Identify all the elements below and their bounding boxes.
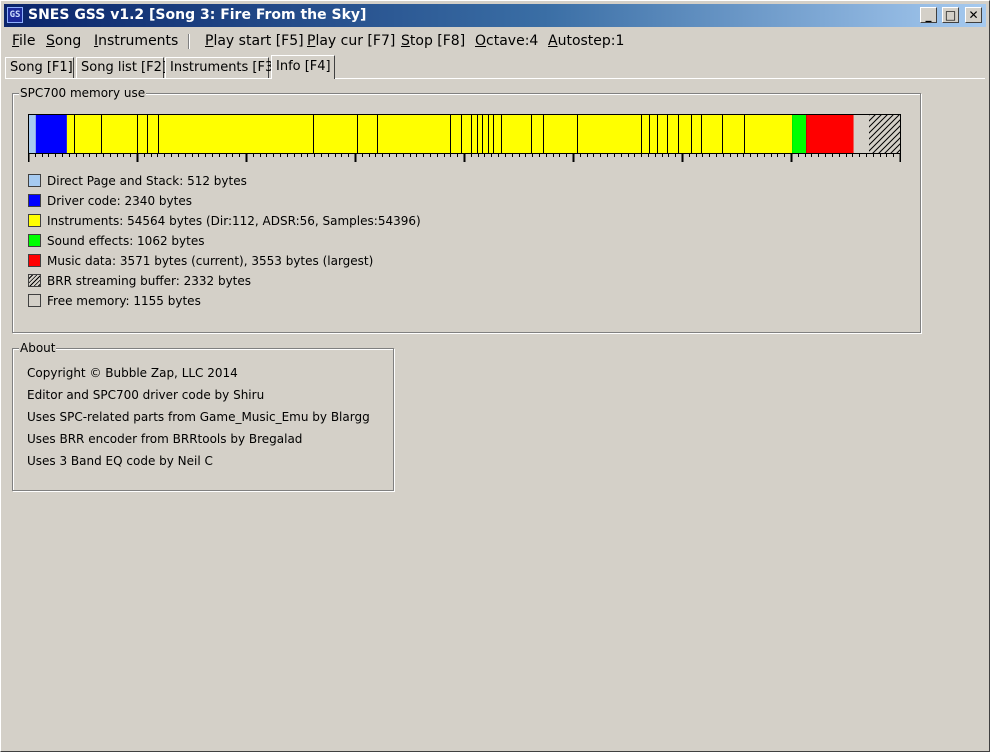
memory-segment-sound_effects — [792, 115, 807, 153]
title-bar[interactable]: GS SNES GSS v1.2 [Song 3: Fire From the … — [4, 4, 986, 27]
minimize-icon: _ — [925, 8, 932, 22]
memory-segment-music — [806, 115, 854, 153]
menu-separator — [188, 34, 190, 49]
memory-segment-direct_page — [29, 115, 36, 153]
maximize-button[interactable]: □ — [942, 7, 959, 23]
memory-bar — [28, 114, 901, 154]
legend-label-music-data: Music data: 3571 bytes (current), 3553 b… — [47, 254, 374, 268]
tab-info[interactable]: Info [F4] — [271, 55, 335, 79]
menu-octave[interactable]: Octave:4 — [475, 33, 538, 49]
about-brrtools-credit: Uses BRR encoder from BRRtools by Bregal… — [27, 432, 303, 446]
menu-file[interactable]: File — [12, 33, 35, 49]
menu-stop[interactable]: Stop [F8] — [401, 33, 465, 49]
legend-label-brr-buffer: BRR streaming buffer: 2332 bytes — [47, 274, 252, 288]
tab-song[interactable]: Song [F1] — [5, 57, 74, 78]
tab-song-list[interactable]: Song list [F2] — [76, 57, 167, 78]
tab-strip: Song [F1] Song list [F2] Instruments [F3… — [5, 55, 985, 79]
legend-swatch-sound-effects — [28, 234, 41, 247]
legend-swatch-free-memory — [28, 294, 41, 307]
legend-label-instruments: Instruments: 54564 bytes (Dir:112, ADSR:… — [47, 214, 421, 228]
minimize-button[interactable]: _ — [920, 7, 937, 23]
menu-play-start[interactable]: Play start [F5] — [205, 33, 304, 49]
legend-label-direct-page: Direct Page and Stack: 512 bytes — [47, 174, 247, 188]
about-copyright: Copyright © Bubble Zap, LLC 2014 — [27, 366, 238, 380]
memory-bar-chart — [29, 115, 900, 153]
legend-swatch-music-data — [28, 254, 41, 267]
about-eq-credit: Uses 3 Band EQ code by Neil C — [27, 454, 213, 468]
menu-autostep[interactable]: Autostep:1 — [548, 33, 624, 49]
maximize-icon: □ — [944, 8, 957, 22]
main-window: GS SNES GSS v1.2 [Song 3: Fire From the … — [0, 0, 990, 752]
legend-label-sound-effects: Sound effects: 1062 bytes — [47, 234, 205, 248]
menu-play-cur[interactable]: Play cur [F7] — [307, 33, 395, 49]
menu-instruments[interactable]: Instruments — [94, 33, 178, 49]
menu-bar: File Song Instruments Play start [F5] Pl… — [4, 30, 986, 52]
about-editor-credit: Editor and SPC700 driver code by Shiru — [27, 388, 265, 402]
memory-segment-free — [853, 115, 870, 153]
app-icon: GS — [7, 7, 23, 23]
about-group-label: About — [19, 341, 57, 355]
legend-label-free-memory: Free memory: 1155 bytes — [47, 294, 201, 308]
legend-swatch-brr-buffer — [28, 274, 41, 287]
memory-segment-driver — [35, 115, 67, 153]
memory-segment-instruments — [66, 115, 793, 153]
legend-swatch-driver-code — [28, 194, 41, 207]
close-button[interactable]: ✕ — [965, 7, 982, 23]
close-icon: ✕ — [968, 8, 979, 22]
memory-scale — [28, 154, 901, 162]
window-title: SNES GSS v1.2 [Song 3: Fire From the Sky… — [28, 7, 367, 23]
legend-swatch-direct-page — [28, 174, 41, 187]
memory-segment-brr_buffer — [869, 115, 900, 153]
legend-label-driver-code: Driver code: 2340 bytes — [47, 194, 192, 208]
tab-instruments[interactable]: Instruments [F3] — [165, 57, 278, 78]
legend-swatch-instruments — [28, 214, 41, 227]
about-gme-credit: Uses SPC-related parts from Game_Music_E… — [27, 410, 370, 424]
menu-song[interactable]: Song — [46, 33, 81, 49]
memory-group-label: SPC700 memory use — [19, 86, 147, 100]
